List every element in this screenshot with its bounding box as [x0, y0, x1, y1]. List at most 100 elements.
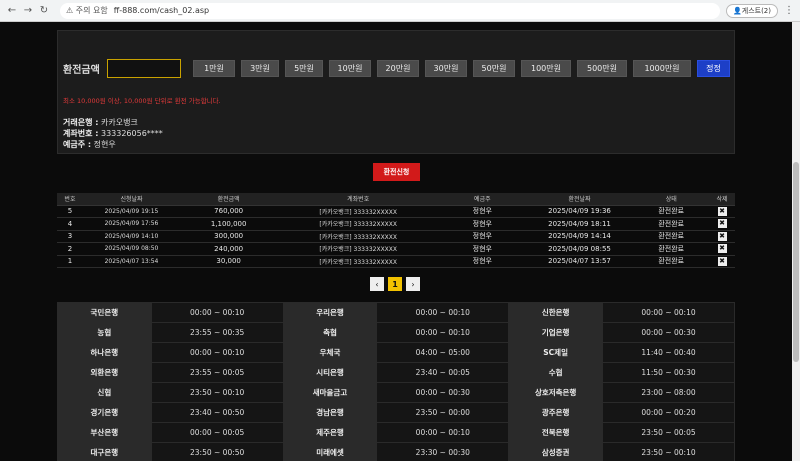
history-cell-acct: [카카오뱅크] 333332XXXXX [277, 217, 440, 231]
history-header-cell: 번호 [57, 193, 83, 206]
history-cell-req: 2025/04/07 13:54 [82, 255, 181, 268]
history-header-cell: 계좌번호 [277, 193, 440, 206]
history-cell-amt: 240,000 [180, 242, 278, 256]
bank-name-cell: 축협 [282, 322, 378, 343]
quick-amount-button[interactable]: 50만원 [473, 60, 515, 77]
menu-icon[interactable]: ⋮ [784, 5, 794, 16]
profile-button[interactable]: 👤 게스트(2) [726, 3, 778, 18]
bank-name-cell: 하나은행 [57, 342, 152, 363]
history-cell-req: 2025/04/09 17:56 [82, 217, 181, 231]
history-cell-amt: 760,000 [180, 205, 278, 218]
amount-input[interactable] [107, 59, 181, 78]
maintenance-time-cell: 23:50 ~ 00:10 [150, 382, 284, 403]
delete-icon[interactable]: ✖ [717, 256, 727, 266]
bank-value: 카카오뱅크 [100, 118, 138, 127]
amount-label: 환전금액 [63, 65, 100, 76]
maintenance-time-cell: 00:00 ~ 00:10 [150, 302, 284, 323]
quick-amount-button[interactable]: 1만원 [193, 60, 235, 77]
not-secure-label: 주의 요함 [75, 6, 108, 15]
holder-value: 정현우 [93, 140, 116, 149]
holder-label: 예금주 : [63, 140, 92, 149]
quick-amount-button[interactable]: 3만원 [241, 60, 279, 77]
bank-name-cell: 시티은행 [282, 362, 378, 383]
bank-name-cell: 우체국 [282, 342, 378, 363]
maintenance-time-cell: 00:00 ~ 00:10 [376, 302, 510, 323]
page-content: 환전금액 1만원 3만원 5만원 10만원 20만원 30만원 50만원 100만원 500만원… [0, 22, 800, 461]
maintenance-time-cell: 11:40 ~ 00:40 [601, 342, 736, 363]
account-label: 계좌번호 : [63, 129, 99, 138]
history-header-cell: 환전날짜 [525, 193, 634, 206]
quick-amount-button[interactable]: 10만원 [329, 60, 371, 77]
maintenance-row: 농협 23:55 ~ 00:35 축협 00:00 ~ 00:10 기업은행 00:00 … [57, 322, 736, 343]
maintenance-time-cell: 23:55 ~ 00:05 [150, 362, 284, 383]
forward-icon[interactable]: → [22, 5, 34, 16]
maintenance-time-cell: 00:00 ~ 00:30 [601, 322, 736, 343]
maintenance-row: 부산은행 00:00 ~ 00:05 제주은행 00:00 ~ 00:10 전북은행 23… [57, 422, 736, 443]
history-cell-delete: ✖ [709, 242, 735, 256]
exchange-form-panel: 환전금액 1만원 3만원 5만원 10만원 20만원 30만원 50만원 100만원 500만원… [57, 30, 735, 154]
maintenance-time-cell: 00:00 ~ 00:10 [376, 422, 510, 443]
maintenance-time-cell: 23:40 ~ 00:05 [376, 362, 510, 383]
history-row: 4 2025/04/09 17:56 1,100,000 [카카오뱅크] 333332… [57, 217, 735, 231]
quick-amount-button[interactable]: 5만원 [285, 60, 323, 77]
bank-name-cell: 광주은행 [508, 402, 603, 423]
maintenance-time-cell: 23:50 ~ 00:10 [601, 442, 736, 461]
maintenance-row: 대구은행 23:50 ~ 00:50 미래에셋 23:30 ~ 00:30 삼성증권 23… [57, 442, 736, 461]
bank-name-cell: 부산은행 [57, 422, 152, 443]
notice-text: 최소 10,000원 이상, 10,000원 단위로 환전 가능합니다. [63, 97, 221, 105]
reset-button[interactable]: 정정 [697, 60, 730, 77]
browser-toolbar: ← → ↻ ⚠ 주의 요함 ff-888.com/cash_02.asp 👤 게… [0, 0, 800, 22]
quick-amount-button[interactable]: 500만원 [577, 60, 627, 77]
history-cell-delete: ✖ [709, 230, 735, 243]
history-cell-req: 2025/04/09 14:10 [82, 230, 181, 243]
history-row: 5 2025/04/09 19:15 760,000 [카카오뱅크] 333332XX… [57, 205, 735, 218]
history-cell-holder: 정현우 [439, 205, 526, 218]
quick-amount-button[interactable]: 20만원 [377, 60, 419, 77]
maintenance-row: 경기은행 23:40 ~ 00:50 경남은행 23:50 ~ 00:00 광주은행 00… [57, 402, 736, 423]
delete-icon[interactable]: ✖ [717, 244, 727, 254]
history-cell-no: 1 [57, 255, 83, 268]
bank-name-cell: 제주은행 [282, 422, 378, 443]
maintenance-time-cell: 23:50 ~ 00:05 [601, 422, 736, 443]
bank-name-cell: 경남은행 [282, 402, 378, 423]
delete-icon[interactable]: ✖ [717, 206, 727, 216]
prev-page-button[interactable]: ‹ [370, 277, 384, 291]
maintenance-time-cell: 23:30 ~ 00:30 [376, 442, 510, 461]
history-row: 2 2025/04/09 08:50 240,000 [카카오뱅크] 333332XX… [57, 242, 735, 256]
delete-icon[interactable]: ✖ [717, 231, 727, 241]
submit-exchange-button[interactable]: 환전신청 [373, 163, 420, 181]
bank-name-cell: 신협 [57, 382, 152, 403]
next-page-button[interactable]: › [406, 277, 420, 291]
not-secure-badge[interactable]: ⚠ 주의 요함 [66, 5, 108, 16]
history-cell-no: 4 [57, 217, 83, 231]
history-cell-status: 환전완료 [633, 217, 710, 231]
back-icon[interactable]: ← [6, 5, 18, 16]
history-cell-acct: [카카오뱅크] 333332XXXXX [277, 205, 440, 218]
quick-amount-button[interactable]: 100만원 [521, 60, 571, 77]
quick-amount-button[interactable]: 30만원 [425, 60, 467, 77]
history-cell-holder: 정현우 [439, 242, 526, 256]
history-cell-status: 환전완료 [633, 230, 710, 243]
maintenance-time-cell: 23:40 ~ 00:50 [150, 402, 284, 423]
url-text: ff-888.com/cash_02.asp [113, 6, 210, 15]
scrollbar[interactable] [792, 22, 800, 461]
reload-icon[interactable]: ↻ [38, 5, 50, 16]
history-header-cell: 예금주 [439, 193, 526, 206]
bank-name-cell: 국민은행 [57, 302, 152, 323]
history-cell-holder: 정현우 [439, 217, 526, 231]
maintenance-time-cell: 00:00 ~ 00:10 [376, 322, 510, 343]
delete-icon[interactable]: ✖ [717, 219, 727, 229]
quick-amount-button[interactable]: 1000만원 [633, 60, 691, 77]
maintenance-time-cell: 23:55 ~ 00:35 [150, 322, 284, 343]
history-cell-acct: [카카오뱅크] 333332XXXXX [277, 255, 440, 268]
history-cell-amt: 30,000 [180, 255, 278, 268]
current-page[interactable]: 1 [388, 277, 402, 291]
history-header-cell: 환전금액 [180, 193, 278, 206]
history-cell-status: 환전완료 [633, 205, 710, 218]
maintenance-time-cell: 00:00 ~ 00:10 [150, 342, 284, 363]
scrollbar-thumb[interactable] [793, 162, 799, 362]
bank-name-cell: 새마을금고 [282, 382, 378, 403]
history-header-cell: 삭제 [709, 193, 735, 206]
maintenance-row: 신협 23:50 ~ 00:10 새마을금고 00:00 ~ 00:30 상호저축은행 2… [57, 382, 736, 403]
address-bar[interactable]: ⚠ 주의 요함 ff-888.com/cash_02.asp [60, 2, 721, 19]
